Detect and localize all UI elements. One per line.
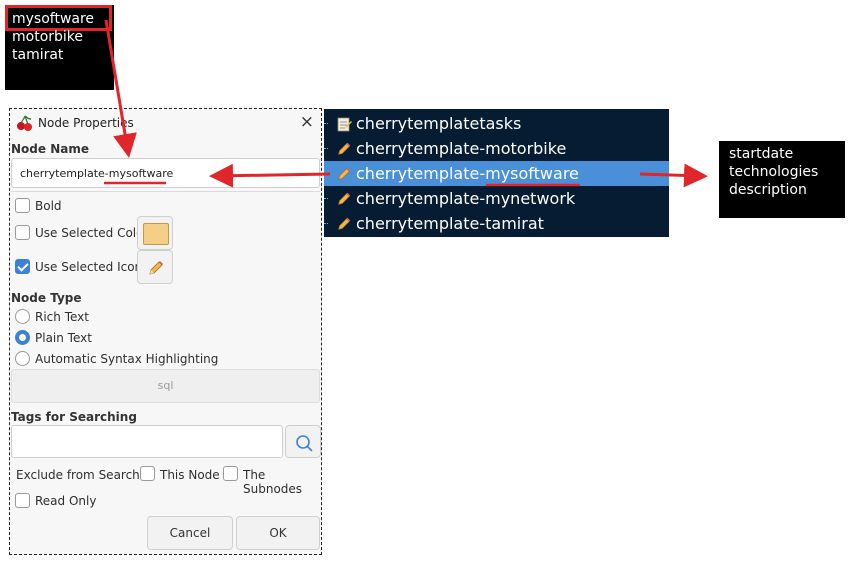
rich-text-label: Rich Text	[35, 310, 89, 324]
right-annotation-box: startdate technologies description	[719, 141, 845, 218]
cancel-button[interactable]: Cancel	[147, 516, 233, 550]
tree-node-label: cherrytemplate-mynetwork	[356, 189, 576, 208]
syntax-highlighting-radio[interactable]	[15, 351, 30, 366]
tree-node-mysoftware[interactable]: cherrytemplate-mysoftware	[324, 161, 669, 186]
syntax-highlighting-label: Automatic Syntax Highlighting	[35, 352, 219, 366]
dialog-title: Node Properties	[38, 116, 134, 130]
close-icon[interactable]: ×	[300, 112, 314, 132]
use-selected-icon-label: Use Selected Icon	[35, 260, 143, 274]
annotation-line-tamirat: tamirat	[12, 47, 64, 63]
plain-text-label: Plain Text	[35, 331, 92, 345]
pencil-icon	[338, 142, 351, 155]
tree-node-label: cherrytemplatetasks	[356, 114, 522, 133]
this-node-label: This Node	[160, 468, 220, 482]
color-picker-button[interactable]	[137, 216, 173, 250]
annotation-line-description: description	[729, 182, 807, 198]
search-button[interactable]	[285, 425, 321, 458]
top-annotation-box: mysoftware motorbike tamirat	[5, 5, 114, 90]
tree-guide-line	[324, 123, 328, 124]
tags-label: Tags for Searching	[11, 410, 137, 424]
annotation-line-technologies: technologies	[729, 164, 819, 180]
tree-node-motorbike[interactable]: cherrytemplate-motorbike	[324, 136, 669, 161]
annotation-line-startdate: startdate	[729, 146, 794, 162]
divider	[11, 191, 320, 192]
tree-node-tamirat[interactable]: cherrytemplate-tamirat	[324, 211, 669, 236]
use-selected-color-checkbox[interactable]	[15, 225, 30, 240]
pencil-icon	[338, 167, 351, 180]
cherry-icon	[17, 115, 32, 131]
annotation-line-mysoftware: mysoftware	[12, 11, 95, 27]
search-icon	[296, 435, 313, 452]
annotation-line-motorbike: motorbike	[12, 29, 84, 45]
read-only-label: Read Only	[35, 494, 97, 508]
use-selected-icon-checkbox[interactable]	[15, 259, 30, 274]
node-name-value: cherrytemplate-mysoftware	[20, 167, 174, 180]
pencil-icon	[338, 217, 351, 230]
node-name-label: Node Name	[11, 142, 89, 156]
dialog-titlebar: Node Properties ×	[9, 108, 322, 138]
tree-node-mynetwork[interactable]: cherrytemplate-mynetwork	[324, 186, 669, 211]
pencil-icon	[149, 261, 163, 275]
node-properties-dialog: Node Properties × Node Name cherrytempla…	[9, 108, 322, 555]
tree-node-label: cherrytemplate-motorbike	[356, 139, 567, 158]
this-node-checkbox[interactable]	[140, 466, 155, 481]
node-type-label: Node Type	[11, 291, 82, 305]
rich-text-radio[interactable]	[15, 309, 30, 324]
syntax-dropdown[interactable]: sql	[11, 369, 320, 403]
notepad-icon	[337, 117, 352, 132]
tags-input[interactable]	[11, 425, 283, 458]
bold-checkbox[interactable]	[15, 198, 30, 213]
bold-label: Bold	[35, 199, 62, 213]
syntax-value: sql	[157, 379, 174, 392]
exclude-label: Exclude from Searches	[16, 468, 154, 482]
ok-button[interactable]: OK	[236, 516, 320, 550]
tree-guide-line	[324, 148, 328, 149]
color-swatch	[143, 223, 169, 245]
node-name-input[interactable]: cherrytemplate-mysoftware	[11, 158, 320, 188]
tree-guide-line	[324, 198, 328, 199]
tree-node-cherrytemplatetasks[interactable]: cherrytemplatetasks	[324, 111, 669, 136]
use-selected-color-label: Use Selected Color	[35, 226, 149, 240]
tree-guide-line	[324, 223, 328, 224]
subnodes-checkbox[interactable]	[223, 466, 238, 481]
subnodes-label: The Subnodes	[243, 468, 303, 496]
tree-guide-line	[324, 173, 328, 174]
tree-node-label: cherrytemplate-mysoftware	[356, 164, 579, 183]
plain-text-radio[interactable]	[15, 330, 30, 345]
tree-node-label: cherrytemplate-tamirat	[356, 214, 544, 233]
read-only-checkbox[interactable]	[15, 493, 30, 508]
icon-picker-button[interactable]	[137, 250, 173, 284]
pencil-icon	[338, 192, 351, 205]
node-tree: cherrytemplatetasks cherrytemplate-motor…	[324, 109, 669, 237]
